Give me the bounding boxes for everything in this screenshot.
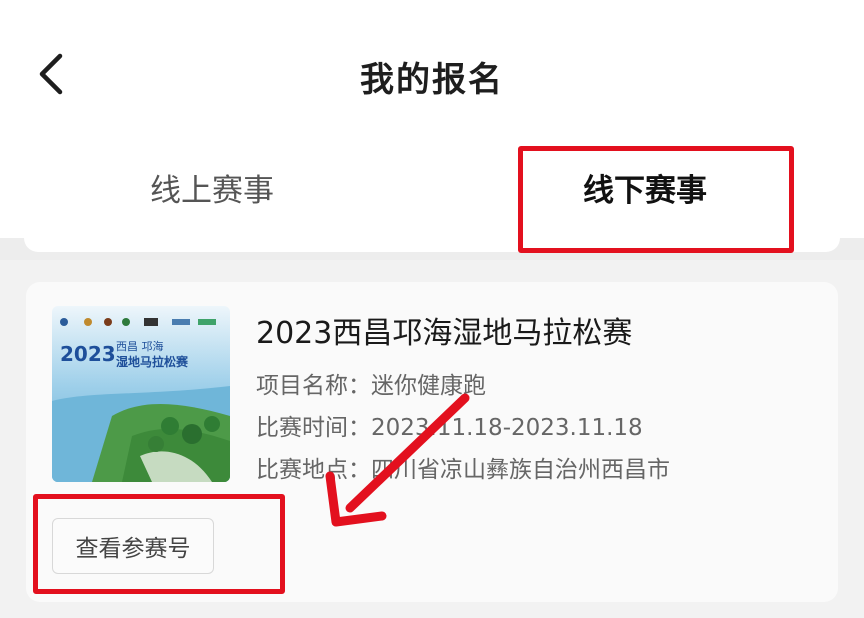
annotation-arrow-icon — [325, 393, 470, 527]
event-poster-image[interactable]: 2023 西昌 邛海 湿地马拉松赛 — [52, 306, 230, 482]
page-title: 我的报名 — [360, 60, 504, 100]
poster-line2-text: 湿地马拉松赛 — [116, 354, 189, 369]
event-title: 2023西昌邛海湿地马拉松赛 — [256, 316, 633, 351]
poster-year-text: 2023 — [60, 342, 116, 366]
tab-online-events[interactable]: 线上赛事 — [150, 165, 274, 210]
highlight-box-button — [33, 494, 285, 594]
highlight-box-tab — [518, 146, 794, 253]
poster-line1-text: 西昌 邛海 — [116, 339, 164, 353]
